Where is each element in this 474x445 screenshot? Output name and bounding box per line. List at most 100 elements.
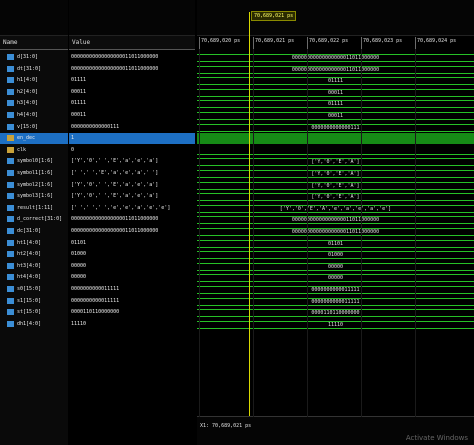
waveform-row[interactable]: 00000000000000000011011000000 xyxy=(197,64,474,75)
signal-name: result[1:11] xyxy=(17,204,54,211)
signal-value-row[interactable]: [' ',' ','E','a','e','a',' '] xyxy=(69,168,195,179)
time-ruler[interactable]: 70,689,020 ps 70,689,021 ps 70,689,022 ps 7… xyxy=(197,37,474,49)
signal-icon xyxy=(7,309,14,316)
waveform-row[interactable] xyxy=(197,145,474,156)
time-cursor[interactable] xyxy=(249,12,250,421)
waveform-row[interactable]: 0000110110000000 xyxy=(197,307,474,318)
bus-value-label: ['Y,'0','E','A'] xyxy=(311,182,360,189)
bus-value-label: 0000000000000111 xyxy=(311,124,360,131)
waveform-row[interactable]: ['Y,'0','E','A'] xyxy=(197,180,474,191)
signal-name-row[interactable]: symbol1[1:6] xyxy=(0,168,68,179)
bus-trace-bottom xyxy=(197,84,474,86)
waveform-row[interactable]: 01000 xyxy=(197,249,474,260)
bus-value-label: 00000000000000000011011000000 xyxy=(291,229,380,235)
signal-value-row[interactable]: 01111 xyxy=(69,98,195,109)
value-header[interactable]: Value xyxy=(69,36,195,50)
waveform-row[interactable]: 01111 xyxy=(197,75,474,86)
waveform-row[interactable]: 0000000000011111 xyxy=(197,284,474,295)
signal-name-row[interactable]: h3[4:0] xyxy=(0,98,68,109)
waveform-row[interactable]: ['Y,'0','E','A'] xyxy=(197,191,474,202)
signal-name: symbol2[1:6] xyxy=(17,181,54,188)
signal-value-row[interactable]: 00011 xyxy=(69,87,195,98)
bus-trace-bottom xyxy=(197,281,474,283)
signal-value-row[interactable]: 0000000000011111 xyxy=(69,284,195,295)
signal-name: h4[4:0] xyxy=(17,112,39,118)
signal-name-row[interactable]: d_correct[31:0] xyxy=(0,214,68,225)
signal-name-row[interactable]: en_dec xyxy=(0,133,68,145)
signal-name-row[interactable]: ht3[4:0] xyxy=(0,261,68,272)
signal-value-row[interactable]: 0000110110000000 xyxy=(69,307,195,318)
signal-value-row[interactable]: 0000000000011111 xyxy=(69,296,195,307)
waveform-row[interactable]: ['Y,'0','E','A'] xyxy=(197,168,474,179)
waveform-row[interactable]: ['Y','0','E','A','e','a','e','a','e'] xyxy=(197,203,474,214)
signal-name-row[interactable]: ht1[4:0] xyxy=(0,238,68,249)
cursor-time-readout: X1: 70,689,021 ps xyxy=(200,423,252,429)
waveform-row[interactable]: 00011 xyxy=(197,110,474,121)
signal-name-row[interactable]: clk xyxy=(0,145,68,156)
signal-name-row[interactable]: s0[15:0] xyxy=(0,284,68,295)
signal-value-row[interactable]: 1 xyxy=(69,133,195,145)
signal-name-row[interactable]: h4[4:0] xyxy=(0,110,68,121)
waveform-panel[interactable]: 70,689,020 ps 70,689,021 ps 70,689,022 ps 7… xyxy=(197,0,474,445)
signal-value-row[interactable]: 00011 xyxy=(69,110,195,121)
signal-name-row[interactable]: dt[31:0] xyxy=(0,64,68,75)
signal-value-row[interactable]: 0 xyxy=(69,145,195,156)
signal-value-row[interactable]: ['Y','0',' ','E','a','e','a'] xyxy=(69,191,195,202)
signal-value-row[interactable]: 00000000000000000011011000000 xyxy=(69,64,195,75)
signal-name-row[interactable]: symbol3[1:6] xyxy=(0,191,68,202)
name-header[interactable]: Name xyxy=(0,36,68,50)
signal-icon xyxy=(7,228,14,234)
waveform-row[interactable]: 00000000000000000011011000000 xyxy=(197,226,474,237)
signal-value-row[interactable]: 00000000000000000011011000000 xyxy=(69,226,195,237)
signal-value-row[interactable]: ['Y','0',' ','E','a','e','a'] xyxy=(69,156,195,167)
signal-value-row[interactable]: 00000000000000000011011000000 xyxy=(69,214,195,225)
signal-value-row[interactable]: 00000000000000000011011000000 xyxy=(69,52,195,63)
waveform-row[interactable]: 0000000000000111 xyxy=(197,122,474,133)
signal-name-row[interactable]: symbol2[1:6] xyxy=(0,180,68,191)
signal-value: 11110 xyxy=(71,320,87,327)
waveform-row[interactable]: 00000000000000000011011000000 xyxy=(197,214,474,225)
signal-icon xyxy=(7,320,14,327)
signal-icon xyxy=(7,262,14,269)
waveform-row[interactable]: 00000 xyxy=(197,272,474,283)
signal-name-row[interactable]: dh1[4:0] xyxy=(0,319,68,330)
waveform-row[interactable]: 11110 xyxy=(197,319,474,330)
signal-value-row[interactable]: 0000000000000111 xyxy=(69,122,195,133)
waveform-row[interactable]: 00000 xyxy=(197,261,474,272)
signal-value-row[interactable]: 11110 xyxy=(69,319,195,330)
signal-name-row[interactable]: ht4[4:0] xyxy=(0,272,68,283)
signal-name-row[interactable]: ht2[4:0] xyxy=(0,249,68,260)
bus-value-label: 0000110110000000 xyxy=(311,310,360,317)
waveform-row[interactable]: 00011 xyxy=(197,87,474,98)
signal-name-row[interactable]: v[15:0] xyxy=(0,122,68,133)
signal-name-row[interactable]: s1[15:0] xyxy=(0,296,68,307)
signal-value-row[interactable]: 00000 xyxy=(69,261,195,272)
waveform-row[interactable] xyxy=(197,133,474,145)
waveform-row[interactable]: ['Y,'0','E','A'] xyxy=(197,156,474,167)
signal-name: st[15:0] xyxy=(17,309,42,316)
signal-name: s1[15:0] xyxy=(17,297,42,304)
signal-name-row[interactable]: symbol0[1:6] xyxy=(0,156,68,167)
signal-value-row[interactable]: 01101 xyxy=(69,238,195,249)
signal-name-row[interactable]: st[15:0] xyxy=(0,307,68,318)
waveform-row[interactable]: 00000000000000000011011000000 xyxy=(197,52,474,63)
signal-icon xyxy=(7,112,14,118)
waveform-row[interactable]: 01111 xyxy=(197,98,474,109)
signal-name: ht3[4:0] xyxy=(17,262,42,269)
signal-value-row[interactable]: ['Y','0',' ','E','a','e','a'] xyxy=(69,180,195,191)
signal-value-row[interactable]: 01111 xyxy=(69,75,195,86)
signal-name: h1[4:0] xyxy=(17,77,39,84)
signal-name-row[interactable]: result[1:11] xyxy=(0,203,68,214)
signal-name-row[interactable]: dc[31:0] xyxy=(0,226,68,237)
signal-value-row[interactable]: 01000 xyxy=(69,249,195,260)
signal-value: 00011 xyxy=(71,88,87,95)
waveform-row[interactable]: 0000000000011111 xyxy=(197,296,474,307)
signal-name-row[interactable]: d[31:0] xyxy=(0,52,68,63)
signal-value-row[interactable]: 00000 xyxy=(69,272,195,283)
signal-name-row[interactable]: h1[4:0] xyxy=(0,75,68,86)
signal-value-row[interactable]: [' ',' ',' ','e','e','a','e','e'] xyxy=(69,203,195,214)
waveform-row[interactable]: 01101 xyxy=(197,238,474,249)
signal-icon xyxy=(7,239,14,246)
bus-value-label: 01111 xyxy=(327,101,344,108)
signal-name-row[interactable]: h2[4:0] xyxy=(0,87,68,98)
